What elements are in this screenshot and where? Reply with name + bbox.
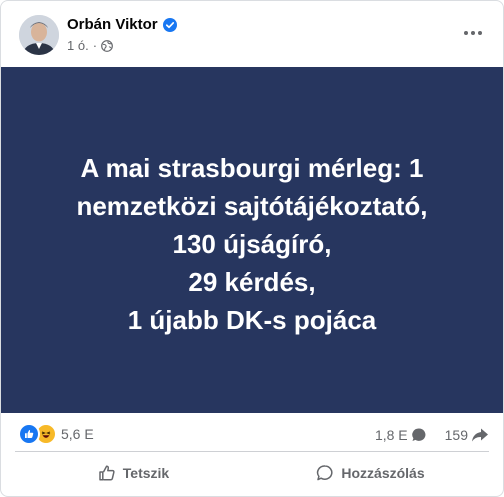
text-post-panel: A mai strasbourgi mérleg: 1 nemzetközi s…: [1, 67, 503, 413]
comment-count-link[interactable]: 1,8 E: [375, 427, 427, 443]
thumbs-up-icon: [99, 465, 115, 481]
comment-count: 1,8 E: [374, 427, 408, 443]
post-text-line: nemzetközi sajtótájékoztató,: [76, 191, 428, 221]
post-text-line: 1 újabb DK-s pojáca: [127, 305, 377, 335]
post-header: Orbán Viktor 1 ó. ·: [1, 1, 503, 67]
verified-badge-icon: [162, 17, 177, 32]
share-count-link[interactable]: 159: [445, 427, 489, 443]
post-text-line: 29 kérdés,: [188, 267, 316, 297]
post-text: A mai strasbourgi mérleg: 1 nemzetközi s…: [76, 149, 427, 339]
comment-button-label: Hozzászólás: [341, 465, 425, 481]
engagement-counts: 1,8 E 159: [375, 427, 489, 443]
post-actions: Tetszik Hozzászólás: [15, 454, 489, 492]
comment-button[interactable]: Hozzászólás: [252, 454, 489, 492]
like-reaction-icon: [18, 423, 40, 445]
meta-dot: ·: [92, 38, 98, 53]
more-dots-icon: [464, 31, 482, 35]
actions-divider: [15, 451, 489, 452]
more-options-button[interactable]: [459, 19, 487, 47]
post-meta: 1 ó. ·: [67, 38, 113, 53]
avatar-image: [19, 15, 59, 55]
like-button[interactable]: Tetszik: [15, 454, 252, 492]
post-text-line: 130 újságíró,: [172, 229, 332, 259]
post-timestamp[interactable]: 1 ó.: [67, 38, 89, 53]
author-row: Orbán Viktor: [67, 16, 177, 33]
share-count: 159: [444, 427, 468, 443]
author-name[interactable]: Orbán Viktor: [67, 16, 158, 33]
share-arrow-icon: [472, 428, 488, 442]
reactions-summary[interactable]: 5,6 E: [18, 423, 94, 445]
globe-icon: [101, 39, 113, 52]
post-stats: 5,6 E 1,8 E 159: [1, 419, 503, 449]
facebook-post: Orbán Viktor 1 ó. · A mai strasbourgi mé…: [0, 0, 504, 497]
avatar[interactable]: [19, 15, 59, 55]
comment-bubble-icon: [411, 428, 426, 441]
comment-icon: [317, 465, 333, 481]
like-button-label: Tetszik: [122, 465, 170, 481]
reaction-count: 5,6 E: [61, 426, 94, 442]
post-text-line: A mai strasbourgi mérleg: 1: [80, 153, 424, 183]
